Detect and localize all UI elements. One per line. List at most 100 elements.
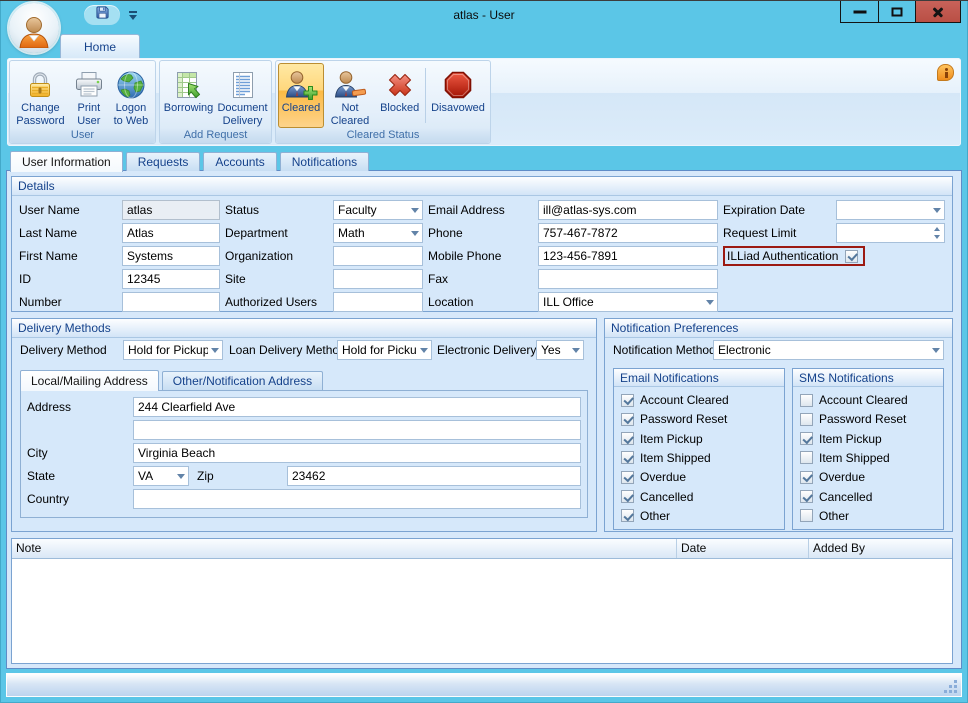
email-item-pickup-row[interactable]: Item Pickup [621,432,777,446]
save-button[interactable] [84,5,120,25]
blocked-button[interactable]: Blocked [376,63,423,128]
checkbox[interactable] [800,394,813,407]
resize-grip[interactable] [943,679,957,693]
delivery-method-combo[interactable]: Hold for Pickup [123,340,223,360]
sms-overdue-row[interactable]: Overdue [800,470,936,484]
sms-other-row[interactable]: Other [800,509,936,523]
checkbox[interactable] [800,509,813,522]
column-header-added-by[interactable]: Added By [809,539,952,558]
column-header-note[interactable]: Note [12,539,677,558]
grid-spacer [836,269,945,289]
tab-notifications[interactable]: Notifications [280,152,369,171]
site-field[interactable] [333,269,423,289]
location-combo[interactable]: ILL Office [538,292,718,312]
state-zip-row: State VA Zip [27,466,581,486]
checkbox[interactable] [621,490,634,503]
fax-field[interactable] [538,269,718,289]
column-header-date[interactable]: Date [677,539,809,558]
tab-local-mailing-address[interactable]: Local/Mailing Address [20,370,159,391]
first-name-field[interactable] [122,246,220,266]
spin-up-icon[interactable] [934,227,940,231]
number-field[interactable] [122,292,220,312]
cleared-button[interactable]: Cleared [278,63,324,128]
status-combo[interactable]: Faculty [333,200,423,220]
notification-method-combo[interactable]: Electronic [713,340,944,360]
application-menu-button[interactable] [9,3,59,53]
status-bar [6,673,962,697]
electronic-delivery-combo[interactable]: Yes [536,340,584,360]
checkbox[interactable] [621,432,634,445]
email-item-shipped-row[interactable]: Item Shipped [621,451,777,465]
minimize-button[interactable] [841,1,878,22]
request-limit-spinner[interactable] [836,223,945,243]
chevron-down-icon [411,231,419,236]
checkbox[interactable] [621,471,634,484]
email-address-field[interactable] [538,200,718,220]
customize-toolbar-dropdown-icon[interactable] [128,9,139,21]
checkbox[interactable] [800,490,813,503]
document-delivery-button[interactable]: Document Delivery [215,63,270,128]
close-button[interactable] [915,1,960,22]
tab-other-notification-address[interactable]: Other/Notification Address [162,371,323,390]
print-user-button[interactable]: Print User [69,63,109,128]
sms-item-pickup-row[interactable]: Item Pickup [800,432,936,446]
maximize-button[interactable] [878,1,915,22]
disavowed-button[interactable]: Disavowed [428,63,488,128]
expiration-date-combo[interactable] [836,200,945,220]
maximize-icon [892,7,903,16]
email-password-reset-row[interactable]: Password Reset [621,412,777,426]
country-field[interactable] [133,489,581,509]
state-combo[interactable]: VA [133,466,189,486]
email-account-cleared-row[interactable]: Account Cleared [621,393,777,407]
user-name-field[interactable] [122,200,220,220]
checkbox[interactable] [621,394,634,407]
id-field[interactable] [122,269,220,289]
checkbox[interactable] [621,451,634,464]
details-header: Details [12,177,952,196]
address-line2-field[interactable] [133,420,581,440]
email-overdue-row[interactable]: Overdue [621,470,777,484]
borrowing-button[interactable]: Borrowing [162,63,215,128]
checkbox[interactable] [621,413,634,426]
sms-account-cleared-row[interactable]: Account Cleared [800,393,936,407]
email-other-row[interactable]: Other [621,509,777,523]
not-cleared-button[interactable]: Not Cleared [324,63,376,128]
spinner-buttons[interactable] [934,227,941,239]
middle-row: Delivery Methods Delivery Method Hold fo… [11,318,953,532]
mobile-phone-field[interactable] [538,246,718,266]
help-icon[interactable] [937,64,954,81]
change-password-button[interactable]: Change Password [12,63,69,128]
tab-accounts[interactable]: Accounts [203,152,276,171]
organization-field[interactable] [333,246,423,266]
ribbon-tab-home[interactable]: Home [60,34,140,58]
title-bar[interactable]: atlas - User [0,1,968,29]
logon-to-web-button[interactable]: Logon to Web [109,63,153,128]
loan-delivery-method-value: Hold for Pickup [342,343,417,357]
illiad-authentication-checkbox[interactable] [845,250,858,263]
department-combo[interactable]: Math [333,223,423,243]
authorized-users-field[interactable] [333,292,423,312]
loan-delivery-method-combo[interactable]: Hold for Pickup [337,340,432,360]
illiad-authentication-field[interactable]: ILLiad Authentication [723,246,865,266]
ribbon-group-label: Cleared Status [276,128,490,143]
sms-cancelled-row[interactable]: Cancelled [800,490,936,504]
sms-password-reset-row[interactable]: Password Reset [800,412,936,426]
padlock-icon [24,67,56,102]
fax-label: Fax [428,269,533,289]
checkbox[interactable] [800,471,813,484]
checkbox[interactable] [800,432,813,445]
address-line1-field[interactable] [133,397,581,417]
zip-field[interactable] [287,466,581,486]
phone-field[interactable] [538,223,718,243]
city-field[interactable] [133,443,581,463]
notes-table-body[interactable] [12,559,952,663]
spin-down-icon[interactable] [934,235,940,239]
checkbox[interactable] [800,413,813,426]
tab-requests[interactable]: Requests [126,152,201,171]
last-name-field[interactable] [122,223,220,243]
checkbox[interactable] [621,509,634,522]
email-cancelled-row[interactable]: Cancelled [621,490,777,504]
sms-item-shipped-row[interactable]: Item Shipped [800,451,936,465]
tab-user-information[interactable]: User Information [10,151,123,172]
checkbox[interactable] [800,451,813,464]
